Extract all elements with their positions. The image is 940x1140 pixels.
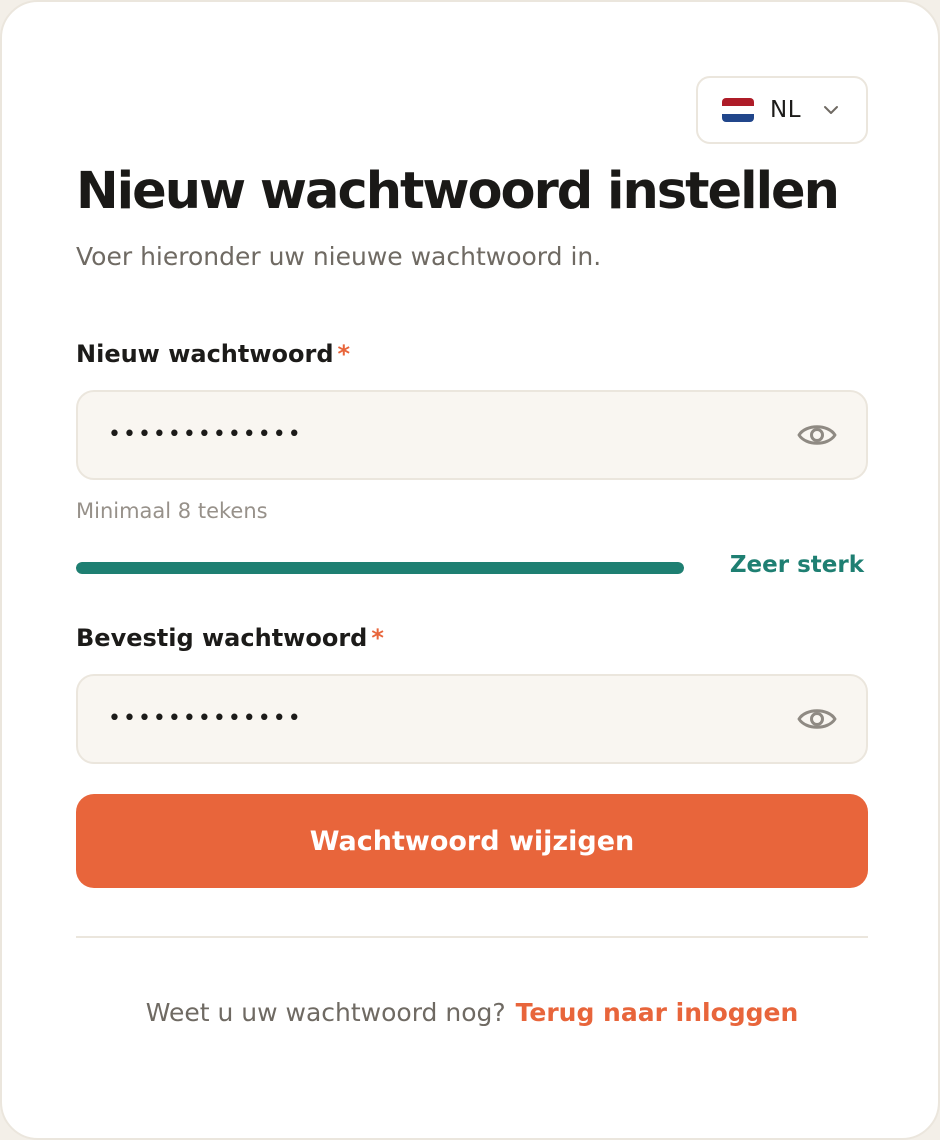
confirm-password-value[interactable]: ••••••••••••• xyxy=(108,708,796,730)
flag-stripe-white xyxy=(722,106,754,114)
flag-stripe-red xyxy=(722,98,754,106)
footer-text: Weet u uw wachtwoord nog? xyxy=(145,998,506,1027)
password-strength-meter xyxy=(76,562,684,574)
netherlands-flag-icon xyxy=(722,98,754,122)
required-mark: * xyxy=(337,340,351,368)
divider xyxy=(76,936,868,938)
flag-stripe-blue xyxy=(722,114,754,122)
confirm-password-label-text: Bevestig wachtwoord xyxy=(76,624,368,652)
chevron-down-icon xyxy=(823,105,839,115)
confirm-password-input[interactable]: ••••••••••••• xyxy=(76,674,868,764)
change-password-button[interactable]: Wachtwoord wijzigen xyxy=(76,794,868,888)
language-selector[interactable]: NL xyxy=(696,76,868,144)
back-to-login-link[interactable]: Terug naar inloggen xyxy=(516,998,799,1027)
footer: Weet u uw wachtwoord nog? Terug naar inlo… xyxy=(2,998,940,1027)
page-subtitle: Voer hieronder uw nieuwe wachtwoord in. xyxy=(76,242,602,271)
required-mark: * xyxy=(371,624,384,652)
new-password-label: Nieuw wachtwoord * xyxy=(76,340,350,368)
new-password-label-text: Nieuw wachtwoord xyxy=(76,340,334,368)
password-strength-fill xyxy=(76,562,684,574)
confirm-password-label: Bevestig wachtwoord * xyxy=(76,624,384,652)
password-hint: Minimaal 8 tekens xyxy=(76,499,268,523)
eye-icon[interactable] xyxy=(796,419,838,451)
eye-icon[interactable] xyxy=(796,703,838,735)
reset-password-card: NL Nieuw wachtwoord instellen Voer hiero… xyxy=(0,0,940,1140)
new-password-input[interactable]: ••••••••••••• xyxy=(76,390,868,480)
password-strength-label: Zeer sterk xyxy=(729,552,864,578)
new-password-value[interactable]: ••••••••••••• xyxy=(108,424,796,446)
language-code: NL xyxy=(770,97,802,123)
page-title: Nieuw wachtwoord instellen xyxy=(76,162,840,221)
